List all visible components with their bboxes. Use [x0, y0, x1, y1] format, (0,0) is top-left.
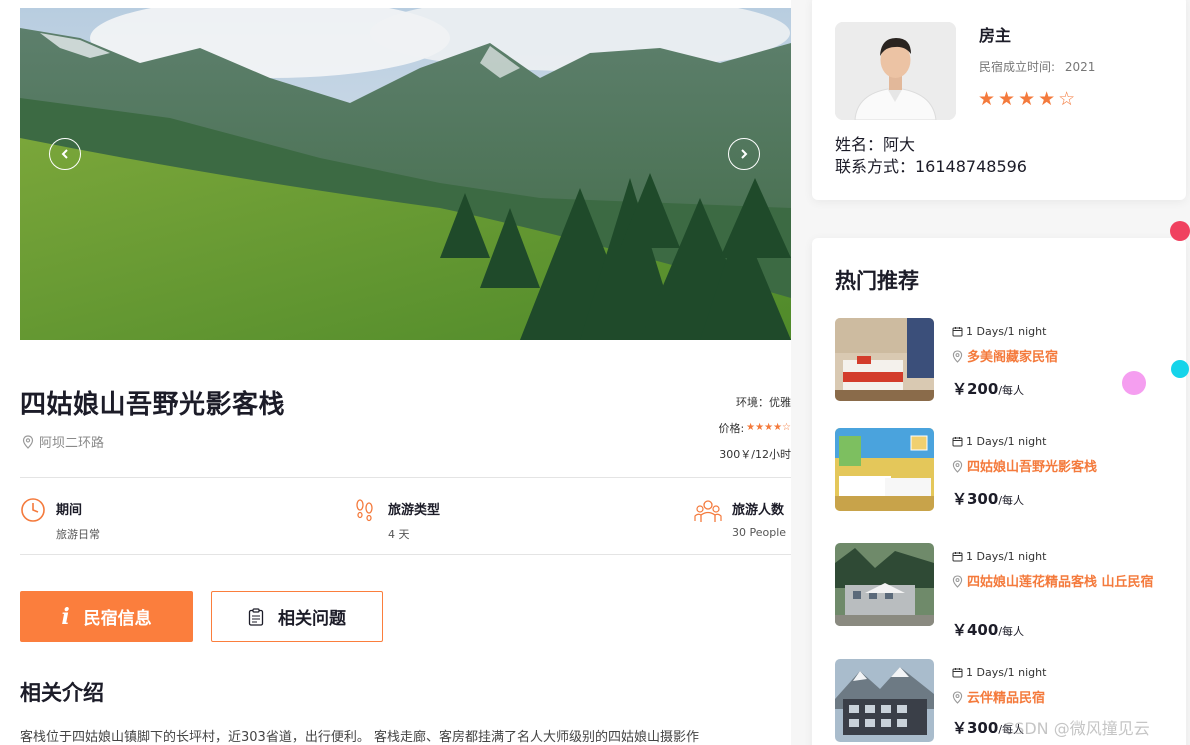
hot-item-name-text: 四姑娘山吾野光影客栈 — [967, 460, 1098, 475]
feature-type: 旅游类型 4 天 — [352, 497, 440, 542]
hot-item-name[interactable]: 四姑娘山莲花精品客栈 山丘民宿 — [952, 573, 1167, 593]
hot-item-price-unit: /每人 — [998, 494, 1025, 507]
feature-people-value: 30 People — [732, 526, 787, 539]
intro-title: 相关介绍 — [20, 681, 104, 705]
host-since-year: 2021 — [1064, 60, 1096, 74]
host-photo — [835, 22, 956, 120]
chevron-left-icon — [61, 149, 68, 159]
calendar-icon — [952, 327, 963, 337]
environment-row: 环境：优雅 — [718, 389, 791, 415]
hot-item-price-unit: /每人 — [998, 625, 1025, 638]
faq-button[interactable]: 相关问题 — [211, 591, 383, 642]
environment-text: 环境：优雅 — [736, 395, 791, 409]
footprints-icon — [356, 499, 373, 522]
hot-item-name[interactable]: 四姑娘山吾野光影客栈 — [952, 458, 1167, 478]
clock-icon — [21, 498, 45, 522]
feature-duration-value: 旅游日常 — [56, 528, 100, 541]
price-label: 价格: — [718, 421, 745, 435]
feature-duration-title: 期间 — [56, 503, 83, 518]
hot-item-name[interactable]: 云伴精品民宿 — [952, 689, 1167, 709]
clipboard-icon — [248, 607, 264, 626]
hot-item-price: ￥200/每人 — [952, 378, 1024, 399]
watermark: CSDN @微风撞见云 — [1003, 719, 1150, 738]
info-icon: i — [61, 603, 70, 630]
price-row: 价格: ★★★★☆ — [718, 415, 791, 441]
hot-item-image[interactable] — [835, 659, 934, 742]
hot-recommendations-card: 热门推荐 1 Days/1 night 多美阁藏家民宿 ￥200/每人 1 Da… — [812, 238, 1186, 745]
host-since: 民宿成立时间: 2021 — [979, 58, 1095, 75]
hot-item-duration: 1 Days/1 night — [952, 325, 1046, 338]
location-pin-icon — [952, 575, 963, 588]
people-icon — [694, 500, 722, 522]
feature-people-title: 旅游人数 — [732, 503, 785, 518]
rate-text: 300￥/12小时 — [719, 447, 791, 461]
host-name: 姓名：阿大 — [835, 135, 916, 154]
hot-item-name-text: 多美阁藏家民宿 — [967, 350, 1059, 365]
calendar-icon — [952, 437, 963, 447]
hot-item-image[interactable] — [835, 428, 934, 511]
host-rating-stars: ★★★★☆ — [978, 88, 1079, 110]
hot-item-image[interactable] — [835, 318, 934, 401]
hot-item-price-unit: /每人 — [998, 384, 1025, 397]
location-pin-icon — [952, 691, 963, 704]
decor-dot-pink — [1122, 371, 1146, 395]
listing-title: 四姑娘山吾野光影客栈 — [20, 390, 286, 420]
homestay-info-button[interactable]: i 民宿信息 — [20, 591, 193, 642]
feature-duration: 期间 旅游日常 — [20, 497, 100, 542]
hot-item-duration-text: 1 Days/1 night — [966, 435, 1047, 448]
hot-item-price: ￥400/每人 — [952, 619, 1024, 640]
hot-item-price-value: ￥200 — [952, 380, 999, 398]
hot-title: 热门推荐 — [835, 269, 919, 293]
hot-item-price-value: ￥400 — [952, 621, 999, 639]
listing-meta: 环境：优雅 价格: ★★★★☆ 300￥/12小时 — [718, 389, 791, 467]
divider — [20, 477, 791, 478]
chevron-right-icon — [741, 149, 748, 159]
hot-item-name-text: 四姑娘山莲花精品客栈 山丘民宿 — [967, 575, 1154, 590]
hot-item-duration-text: 1 Days/1 night — [966, 666, 1047, 679]
rate-row: 300￥/12小时 — [718, 441, 791, 467]
listing-address-text: 阿坝二环路 — [39, 436, 105, 451]
listing-address: 阿坝二环路 — [22, 432, 104, 451]
hot-item-price: ￥300/每人 — [952, 488, 1024, 509]
hot-item-price-value: ￥300 — [952, 719, 999, 737]
hot-item-duration-text: 1 Days/1 night — [966, 550, 1047, 563]
intro-text: 客栈位于四姑娘山镇脚下的长坪村，近303省道，出行便利。 客栈走廊、客房都挂满了… — [20, 730, 699, 745]
location-pin-icon — [22, 434, 34, 449]
host-since-label: 民宿成立时间: — [979, 60, 1056, 74]
hero-landscape-image — [20, 8, 791, 340]
hero-carousel — [20, 8, 791, 340]
hot-item-duration: 1 Days/1 night — [952, 435, 1046, 448]
host-phone: 联系方式：16148748596 — [835, 157, 1027, 176]
decor-dot-red — [1170, 221, 1190, 241]
location-pin-icon — [952, 350, 963, 363]
host-card: 房主 民宿成立时间: 2021 ★★★★☆ 姓名：阿大 联系方式：1614874… — [812, 0, 1186, 200]
carousel-next-button[interactable] — [728, 138, 760, 170]
feature-people: 旅游人数 30 People — [694, 497, 786, 539]
calendar-icon — [952, 552, 963, 562]
hot-item-name[interactable]: 多美阁藏家民宿 — [952, 348, 1167, 368]
faq-label: 相关问题 — [278, 609, 346, 629]
hot-item-price-value: ￥300 — [952, 490, 999, 508]
decor-dot-cyan — [1171, 360, 1189, 378]
avatar — [835, 22, 956, 120]
hot-item-duration: 1 Days/1 night — [952, 550, 1046, 563]
calendar-icon — [952, 668, 963, 678]
hot-item-name-text: 云伴精品民宿 — [967, 691, 1046, 706]
carousel-prev-button[interactable] — [49, 138, 81, 170]
divider — [20, 554, 791, 555]
hot-item-duration-text: 1 Days/1 night — [966, 325, 1047, 338]
host-role: 房主 — [979, 26, 1012, 45]
feature-type-title: 旅游类型 — [388, 503, 441, 518]
rating-stars: ★★★★☆ — [746, 422, 791, 433]
feature-type-value: 4 天 — [388, 528, 410, 541]
hot-item-duration: 1 Days/1 night — [952, 666, 1046, 679]
location-pin-icon — [952, 460, 963, 473]
hot-item-image[interactable] — [835, 543, 934, 626]
homestay-info-label: 民宿信息 — [83, 609, 152, 629]
